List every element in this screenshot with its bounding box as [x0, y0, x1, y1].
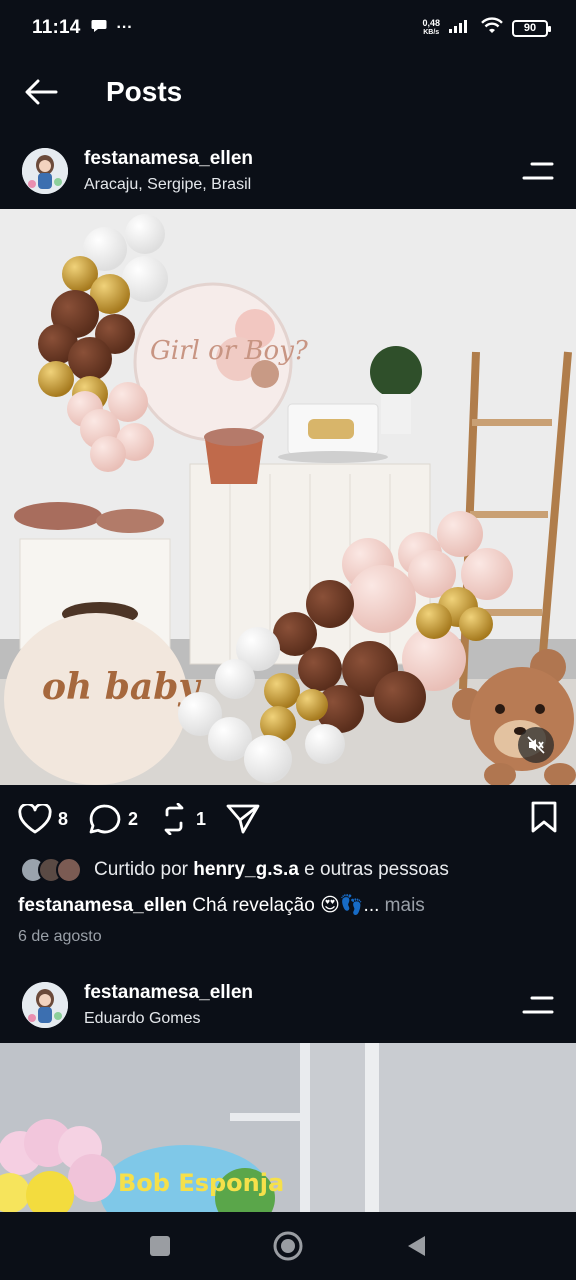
- post-caption: festanamesa_ellen Chá revelação 😍👣... ma…: [18, 892, 563, 920]
- repost-button[interactable]: 1: [158, 803, 206, 835]
- battery-indicator: 90: [512, 19, 551, 37]
- system-nav-bar: [0, 1212, 576, 1280]
- square-icon: [150, 1236, 170, 1256]
- post-photo[interactable]: Girl or Boy? oh baby: [0, 209, 576, 785]
- post-location[interactable]: Eduardo Gomes: [84, 1010, 253, 1028]
- caption-more-link[interactable]: mais: [385, 895, 425, 916]
- send-icon: [226, 804, 260, 834]
- post-username[interactable]: festanamesa_ellen: [84, 982, 253, 1004]
- caption-username[interactable]: festanamesa_ellen: [18, 895, 187, 916]
- mute-button[interactable]: [518, 727, 554, 763]
- like-button[interactable]: 8: [18, 804, 68, 834]
- post-username[interactable]: festanamesa_ellen: [84, 148, 253, 170]
- photo-bob-esponja-text: Bob Esponja: [118, 1169, 284, 1197]
- repost-count: 1: [196, 808, 207, 829]
- wifi-icon: [480, 16, 504, 40]
- repost-icon: [164, 803, 184, 835]
- heart-icon: [18, 804, 52, 834]
- post-photo[interactable]: Bob Esponja: [0, 1043, 576, 1212]
- post-location[interactable]: Aracaju, Sergipe, Brasil: [84, 176, 253, 194]
- liked-by-user[interactable]: henry_g.s.a: [193, 859, 299, 880]
- triangle-back-icon: [408, 1236, 425, 1256]
- home-circle-icon: [273, 1231, 303, 1261]
- like-count: 8: [58, 808, 69, 829]
- photo-girl-or-boy-text: Girl or Boy?: [150, 336, 309, 366]
- post-options-button[interactable]: [514, 151, 554, 191]
- arrow-left-icon: [25, 79, 58, 105]
- top-bar: Posts: [0, 60, 576, 124]
- share-button[interactable]: [226, 803, 260, 835]
- home-button[interactable]: [268, 1226, 308, 1266]
- post-options-button[interactable]: [514, 985, 554, 1025]
- recent-apps-button[interactable]: [140, 1226, 180, 1266]
- comment-button[interactable]: 2: [88, 803, 138, 835]
- avatar[interactable]: [22, 982, 68, 1028]
- back-nav-button[interactable]: [396, 1226, 436, 1266]
- bookmark-icon: [531, 801, 557, 832]
- signal-icon: [448, 18, 472, 39]
- post-header: festanamesa_ellen Eduardo Gomes: [0, 970, 576, 1040]
- speaker-muted-icon: [527, 736, 545, 754]
- post-actions: 8 2 1: [0, 796, 576, 842]
- comment-count: 2: [128, 808, 139, 829]
- back-button[interactable]: [0, 60, 82, 124]
- save-button[interactable]: [530, 801, 558, 838]
- comment-bubble-icon: [89, 804, 121, 834]
- avatar: [56, 857, 82, 883]
- caption-text: Chá revelação 😍👣...: [192, 895, 380, 916]
- page-title: Posts: [106, 76, 183, 107]
- status-bar: 11:14 ··· 0,48 KB/s 90: [0, 0, 576, 56]
- avatar[interactable]: [22, 148, 68, 194]
- liked-by-avatars: [20, 857, 82, 883]
- status-time: 11:14: [32, 17, 81, 38]
- network-speed: 0,48 KB/s: [422, 18, 440, 37]
- photo-oh-baby-text: oh baby: [42, 666, 201, 708]
- menu-lines-icon: [522, 162, 554, 180]
- menu-lines-icon: [522, 996, 554, 1014]
- liked-by-row[interactable]: Curtido por henry_g.s.a e outras pessoas: [20, 854, 560, 886]
- chat-bubble-icon: [91, 19, 107, 38]
- post-date: 6 de agosto: [18, 928, 102, 945]
- more-notifications-icon: ···: [116, 19, 133, 36]
- post-header: festanamesa_ellen Aracaju, Sergipe, Bras…: [0, 136, 576, 206]
- liked-by-text: Curtido por henry_g.s.a e outras pessoas: [94, 859, 449, 880]
